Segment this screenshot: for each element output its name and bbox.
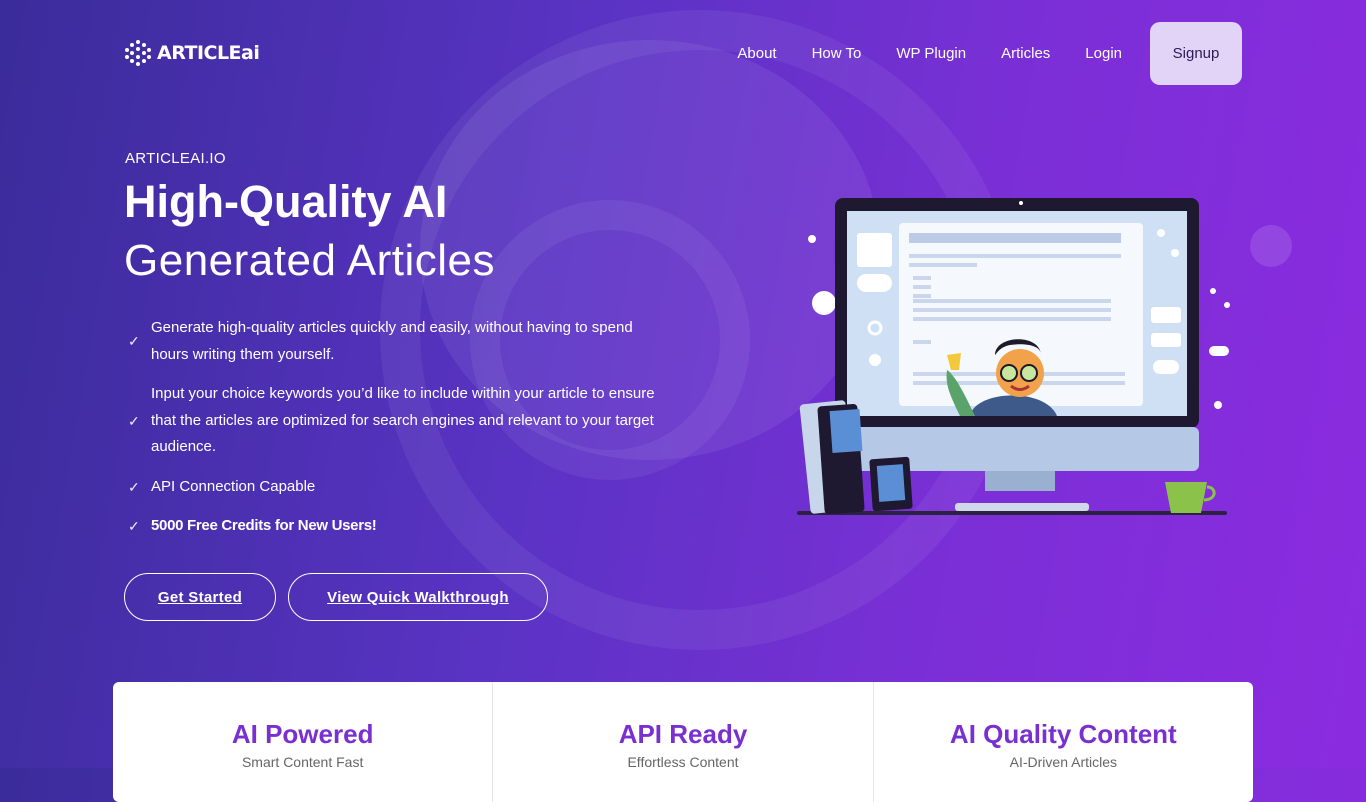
signup-button[interactable]: Signup (1150, 22, 1242, 85)
hero-title-line2: Generated Articles (124, 236, 495, 285)
hero-eyebrow: ARTICLEAI.IO (125, 150, 226, 167)
hero-title-line1: High-Quality AI (124, 176, 448, 227)
walkthrough-button[interactable]: View Quick Walkthrough (288, 573, 548, 621)
feature-text: 5000 Free Credits for New Users! (151, 517, 377, 534)
main-nav: About How To WP Plugin Articles Login Si… (737, 22, 1242, 85)
feature-text: Input your choice keywords you’d like to… (151, 385, 655, 455)
feature-item: ✓ 5000 Free Credits for New Users! (128, 513, 668, 540)
stat-ai-powered: AI Powered Smart Content Fast (113, 682, 492, 802)
stat-ai-quality-content: AI Quality Content AI-Driven Articles (872, 682, 1253, 802)
stat-api-ready: API Ready Effortless Content (492, 682, 872, 802)
nav-how-to[interactable]: How To (812, 45, 862, 62)
logo[interactable]: ARTICLEai (125, 40, 260, 66)
logo-dots-icon (125, 40, 151, 66)
feature-item: ✓ Generate high-quality articles quickly… (128, 315, 668, 368)
stat-title: AI Quality Content (949, 719, 1177, 749)
feature-text: Generate high-quality articles quickly a… (151, 319, 633, 363)
feature-item: ✓ API Connection Capable (128, 474, 668, 501)
check-icon: ✓ (128, 478, 140, 495)
stats-card: AI Powered Smart Content Fast API Ready … (113, 682, 1253, 802)
stat-title: API Ready (618, 719, 748, 749)
computer-illustration (797, 198, 1230, 515)
feature-item: ✓ Input your choice keywords you’d like … (128, 381, 668, 461)
feature-text: API Connection Capable (151, 477, 316, 495)
feature-list: ✓ Generate high-quality articles quickly… (128, 315, 668, 553)
check-icon: ✓ (128, 333, 140, 350)
nav-articles[interactable]: Articles (1001, 45, 1050, 62)
logo-text: ARTICLEai (157, 42, 260, 64)
nav-login[interactable]: Login (1085, 45, 1122, 62)
stat-title: AI Powered (231, 719, 374, 749)
check-icon: ✓ (128, 518, 140, 534)
check-icon: ✓ (128, 412, 140, 429)
get-started-button[interactable]: Get Started (124, 573, 276, 621)
nav-about[interactable]: About (737, 45, 776, 62)
nav-wp-plugin[interactable]: WP Plugin (896, 45, 966, 62)
